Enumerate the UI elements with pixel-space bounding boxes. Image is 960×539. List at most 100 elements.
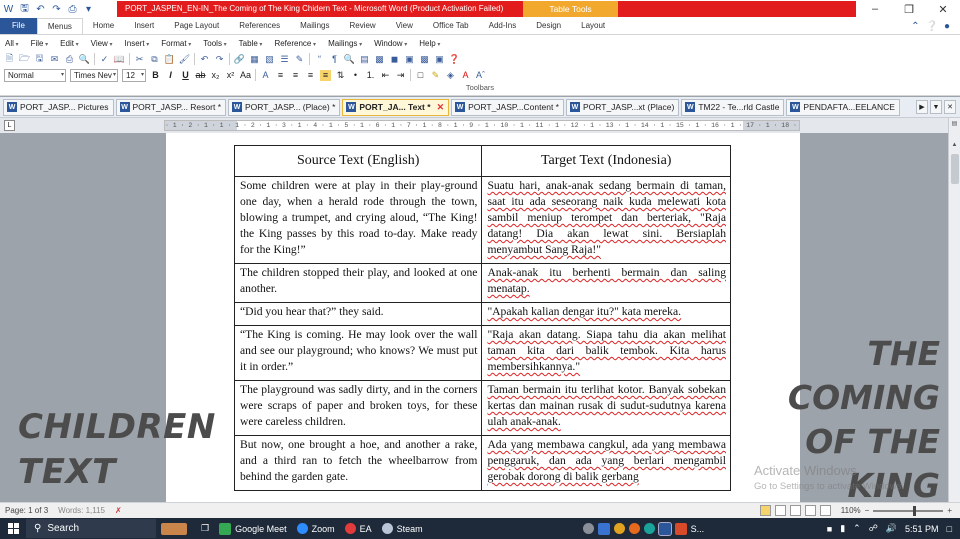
source-cell[interactable]: But now, one brought a hoe, and another … <box>233 435 483 491</box>
text-effects-icon[interactable]: A <box>260 70 271 81</box>
source-cell[interactable]: “Did you hear that?” they said. <box>233 302 483 326</box>
tab-view[interactable]: View <box>386 18 423 34</box>
zoom-out-icon[interactable]: − <box>865 506 870 515</box>
chrome-icon[interactable] <box>613 523 625 534</box>
scroll-up-icon[interactable]: ▲ <box>949 142 960 152</box>
font-color-icon[interactable]: A <box>460 70 471 81</box>
target-cell[interactable]: "Raja akan datang. Siapa tahu dia akan m… <box>481 325 731 381</box>
menu-mailings[interactable]: Mailings <box>328 39 362 48</box>
change-case-icon[interactable]: Aa <box>240 70 251 81</box>
tab-menus[interactable]: Menus <box>36 18 83 34</box>
tab-insert[interactable]: Insert <box>124 18 164 34</box>
taskbar-google-meet[interactable]: Google Meet <box>214 518 292 539</box>
tab-design[interactable]: Design <box>526 18 571 34</box>
columns-icon[interactable]: ☰ <box>279 54 290 65</box>
strikethrough-icon[interactable]: ab <box>195 70 206 81</box>
table-icon[interactable]: ▦ <box>249 54 260 65</box>
style-combo[interactable]: Normal <box>4 68 66 82</box>
picture-icon[interactable]: ▣ <box>434 54 445 65</box>
italic-icon[interactable]: I <box>165 70 176 81</box>
tab-review[interactable]: Review <box>339 18 385 34</box>
word-taskbar-icon[interactable] <box>657 521 672 536</box>
superscript-icon[interactable]: x² <box>225 70 236 81</box>
ruler-toggle-icon[interactable]: ▤ <box>949 120 960 130</box>
new-document-icon[interactable]: 🗎 <box>4 53 15 65</box>
grow-font-icon[interactable]: Aˆ <box>475 70 486 81</box>
chart-icon[interactable]: ▩ <box>419 54 430 65</box>
bold-icon[interactable]: B <box>150 70 161 81</box>
email-icon[interactable]: ✉ <box>49 54 60 65</box>
bullets-icon[interactable]: • <box>350 70 361 81</box>
firefox-icon[interactable] <box>628 523 640 534</box>
doc-tab-text-place[interactable]: W PORT_JASP...xt (Place) <box>565 98 680 116</box>
taskbar-search[interactable]: ⚲ Search <box>26 519 156 538</box>
menu-help[interactable]: Help <box>419 39 440 48</box>
cut-icon[interactable]: ✂ <box>134 54 145 65</box>
notifications-icon[interactable]: □ <box>947 524 952 534</box>
menu-reference[interactable]: Reference <box>274 39 316 48</box>
target-cell[interactable]: Anak-anak itu berhenti bermain dan salin… <box>481 263 731 303</box>
source-cell[interactable]: The children stopped their play, and loo… <box>233 263 483 303</box>
underline-icon[interactable]: U <box>180 70 191 81</box>
menu-view[interactable]: View <box>91 39 113 48</box>
target-header[interactable]: Target Text (Indonesia) <box>481 145 731 177</box>
doc-tab-resort[interactable]: W PORT_JASP... Resort * <box>115 98 226 116</box>
tab-add-ins[interactable]: Add-Ins <box>479 18 527 34</box>
file-explorer-icon[interactable] <box>597 522 610 535</box>
menu-table[interactable]: Table <box>239 39 263 48</box>
word-count[interactable]: Words: 1,115 <box>58 506 105 515</box>
save-icon[interactable]: 🖫 <box>18 3 31 16</box>
tab-selector[interactable]: L <box>4 120 15 131</box>
tab-references[interactable]: References <box>229 18 290 34</box>
start-button[interactable] <box>0 518 26 539</box>
research-icon[interactable]: 📖 <box>114 54 125 65</box>
tab-page-layout[interactable]: Page Layout <box>164 18 229 34</box>
tab-scroll-right-icon[interactable]: ▶ <box>916 100 928 114</box>
hyperlink-icon[interactable]: 🔗 <box>234 54 245 65</box>
outline-view-icon[interactable] <box>804 505 816 516</box>
clock[interactable]: 5:51 PM <box>905 524 939 534</box>
taskbar-s-app[interactable]: S... <box>691 524 705 534</box>
drawing-icon[interactable]: ✎ <box>294 54 305 65</box>
tray-app-icon[interactable]: ■ <box>827 524 832 534</box>
undo-icon[interactable]: ↶ <box>199 54 210 65</box>
open-folder-icon[interactable]: 🗁 <box>19 53 30 65</box>
print-icon[interactable]: ⎙ <box>64 54 75 65</box>
menu-edit[interactable]: Edit <box>60 39 78 48</box>
decrease-indent-icon[interactable]: ⇤ <box>380 70 391 81</box>
translation-table[interactable]: Source Text (English) Target Text (Indon… <box>233 145 731 491</box>
taskbar-steam[interactable]: Steam <box>377 518 428 539</box>
zoom-slider[interactable] <box>873 505 944 516</box>
draft-view-icon[interactable] <box>819 505 831 516</box>
align-left-icon[interactable]: ≡ <box>275 70 286 81</box>
source-cell[interactable]: The playground was sadly dirty, and in t… <box>233 380 483 436</box>
close-tab-icon[interactable]: ✕ <box>437 100 445 115</box>
proofing-icon[interactable]: ✗ <box>115 506 122 515</box>
paste-icon[interactable]: 📋 <box>164 54 175 65</box>
smartart-icon[interactable]: ▣ <box>404 54 415 65</box>
menu-file[interactable]: File <box>31 39 49 48</box>
battery-icon[interactable]: ▮ <box>840 523 845 534</box>
highlight-color-icon[interactable]: ✎ <box>430 70 441 81</box>
taskbar-zoom[interactable]: Zoom <box>292 518 340 539</box>
menu-all[interactable]: All <box>5 39 19 48</box>
save-icon[interactable]: 🖫 <box>34 53 45 65</box>
web-layout-view-icon[interactable] <box>789 505 801 516</box>
volume-icon[interactable]: 🔊 <box>886 523 897 534</box>
doc-tab-text-active[interactable]: W PORT_JA... Text * ✕ <box>342 98 450 116</box>
undo-icon[interactable]: ↶ <box>34 3 47 16</box>
shapes-icon[interactable]: ◼ <box>389 54 400 65</box>
minimize-icon[interactable]: – <box>858 0 892 18</box>
full-screen-view-icon[interactable] <box>774 505 786 516</box>
powerpoint-icon[interactable] <box>674 522 687 535</box>
borders-icon[interactable]: □ <box>415 70 426 81</box>
help-circle-icon[interactable]: ❓ <box>449 54 460 65</box>
show-hide-pilcrow-icon[interactable]: ¶ <box>329 54 340 65</box>
shading-icon[interactable]: ◈ <box>445 70 456 81</box>
scroll-thumb[interactable] <box>951 154 959 184</box>
taskbar-ea[interactable]: EA <box>340 518 377 539</box>
print-preview-icon[interactable]: ⎙ <box>66 3 79 16</box>
tab-file[interactable]: File <box>0 18 37 34</box>
font-combo[interactable]: Times Nev <box>70 68 118 82</box>
task-view-icon[interactable]: ❐ <box>196 518 214 539</box>
